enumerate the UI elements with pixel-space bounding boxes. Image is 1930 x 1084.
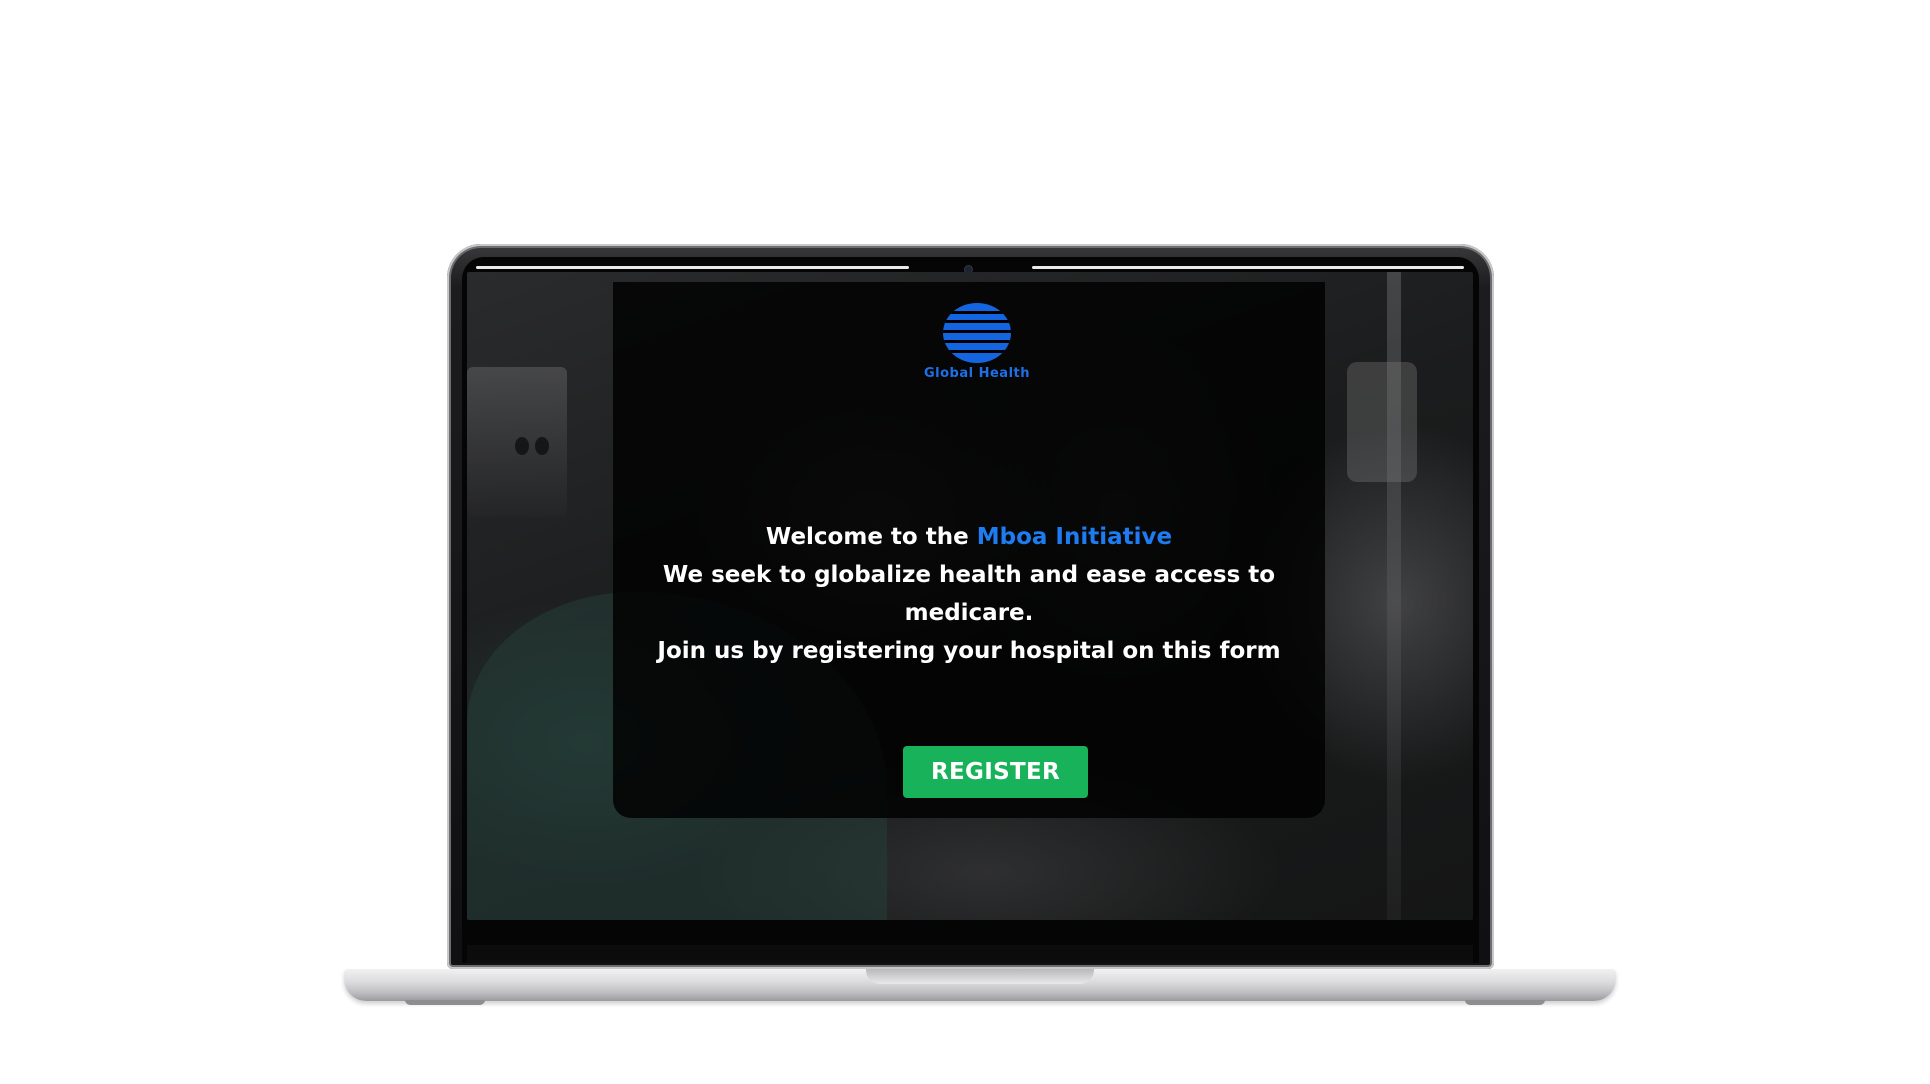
- welcome-heading: Welcome to the Mboa Initiative: [643, 518, 1295, 556]
- mockup-stage: Global Health Welcome to the Mboa Initia…: [0, 0, 1930, 1084]
- mission-text: We seek to globalize health and ease acc…: [662, 562, 1276, 626]
- welcome-prefix: Welcome to the: [765, 524, 977, 550]
- bezel-line-right: [1032, 266, 1464, 269]
- background-photo-detail: [515, 437, 529, 455]
- bezel-line-left: [476, 266, 909, 269]
- logo-text: Global Health: [923, 366, 1030, 381]
- initiative-name: Mboa Initiative: [976, 524, 1173, 550]
- globe-icon: [943, 303, 1011, 363]
- web-page-screen: Global Health Welcome to the Mboa Initia…: [467, 272, 1473, 920]
- brand-logo[interactable]: Global Health: [911, 302, 1043, 392]
- laptop-base: [344, 969, 1616, 1001]
- background-photo-iv-bag: [1347, 362, 1417, 482]
- base-opening-notch: [866, 969, 1094, 984]
- hero-message: Welcome to the Mboa Initiative We seek t…: [643, 518, 1295, 670]
- background-photo-detail: [535, 437, 549, 455]
- call-to-action-text: Join us by registering your hospital on …: [657, 638, 1281, 664]
- register-button[interactable]: REGISTER: [903, 746, 1088, 798]
- screen-chin: [467, 945, 1473, 963]
- background-photo-pole: [1387, 272, 1401, 920]
- laptop-lid: Global Health Welcome to the Mboa Initia…: [447, 244, 1494, 969]
- laptop-foot-right: [1465, 1000, 1545, 1005]
- laptop-foot-left: [405, 1000, 485, 1005]
